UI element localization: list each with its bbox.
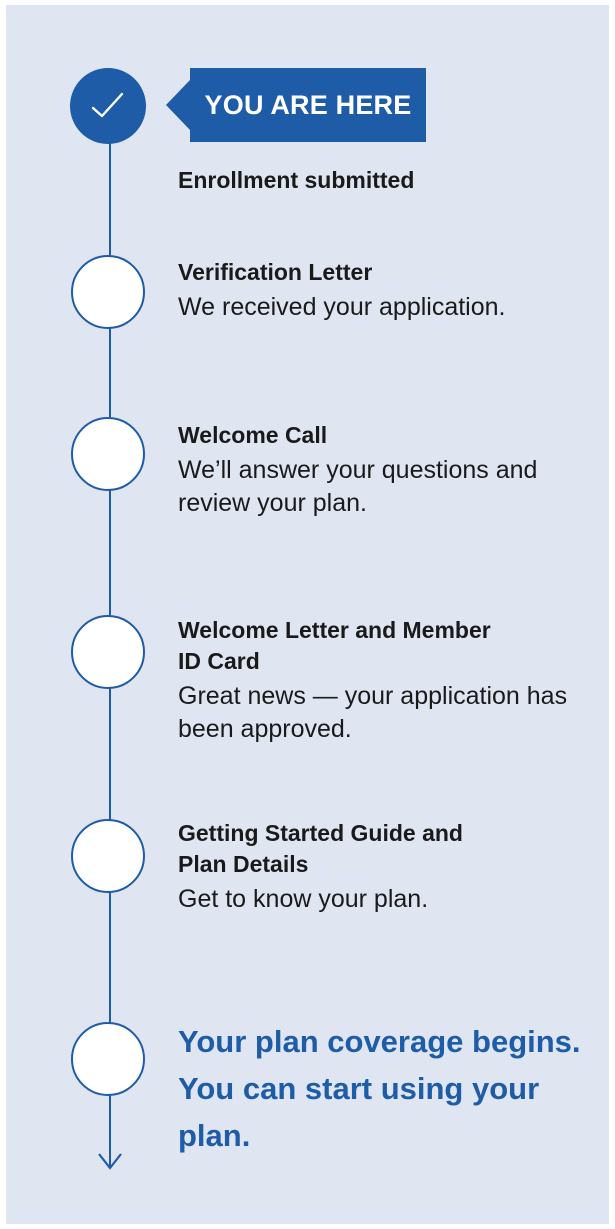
step-description: We’ll answer your questions and review y… [178,456,538,517]
timeline-node-verification [71,255,145,329]
timeline-node-coverage [71,1022,145,1096]
timeline-node-welcome-call [71,417,145,491]
step-welcome-letter: Welcome Letter and Member ID Card Great … [178,615,610,746]
timeline-node-current [70,68,146,144]
step-title: Welcome Letter and Member ID Card [178,617,491,674]
step-welcome-call: Welcome Call We’ll answer your questions… [178,420,610,520]
step-title: Verification Letter [178,259,373,285]
step-enrollment-submitted: Enrollment submitted [178,165,610,196]
enrollment-timeline-panel: YOU ARE HERE Enrollment submitted Verifi… [6,5,609,1224]
plan-coverage-message: Your plan coverage begins. You can start… [178,1024,581,1153]
you-are-here-tag: YOU ARE HERE [166,68,426,142]
step-title: Enrollment submitted [178,167,415,193]
step-getting-started: Getting Started Guide and Plan Details G… [178,818,610,916]
timeline-node-welcome-letter [71,615,145,689]
timeline-node-getting-started [71,819,145,893]
step-description: We received your application. [178,293,506,321]
step-description: Great news — your application has been a… [178,682,568,743]
checkmark-icon [91,92,124,118]
arrow-down-icon [98,1153,122,1170]
step-title: Welcome Call [178,422,328,448]
step-title: Getting Started Guide and Plan Details [178,820,463,877]
you-are-here-label: YOU ARE HERE [204,90,412,120]
step-verification-letter: Verification Letter We received your app… [178,257,610,324]
step-description: Get to know your plan. [178,885,429,913]
